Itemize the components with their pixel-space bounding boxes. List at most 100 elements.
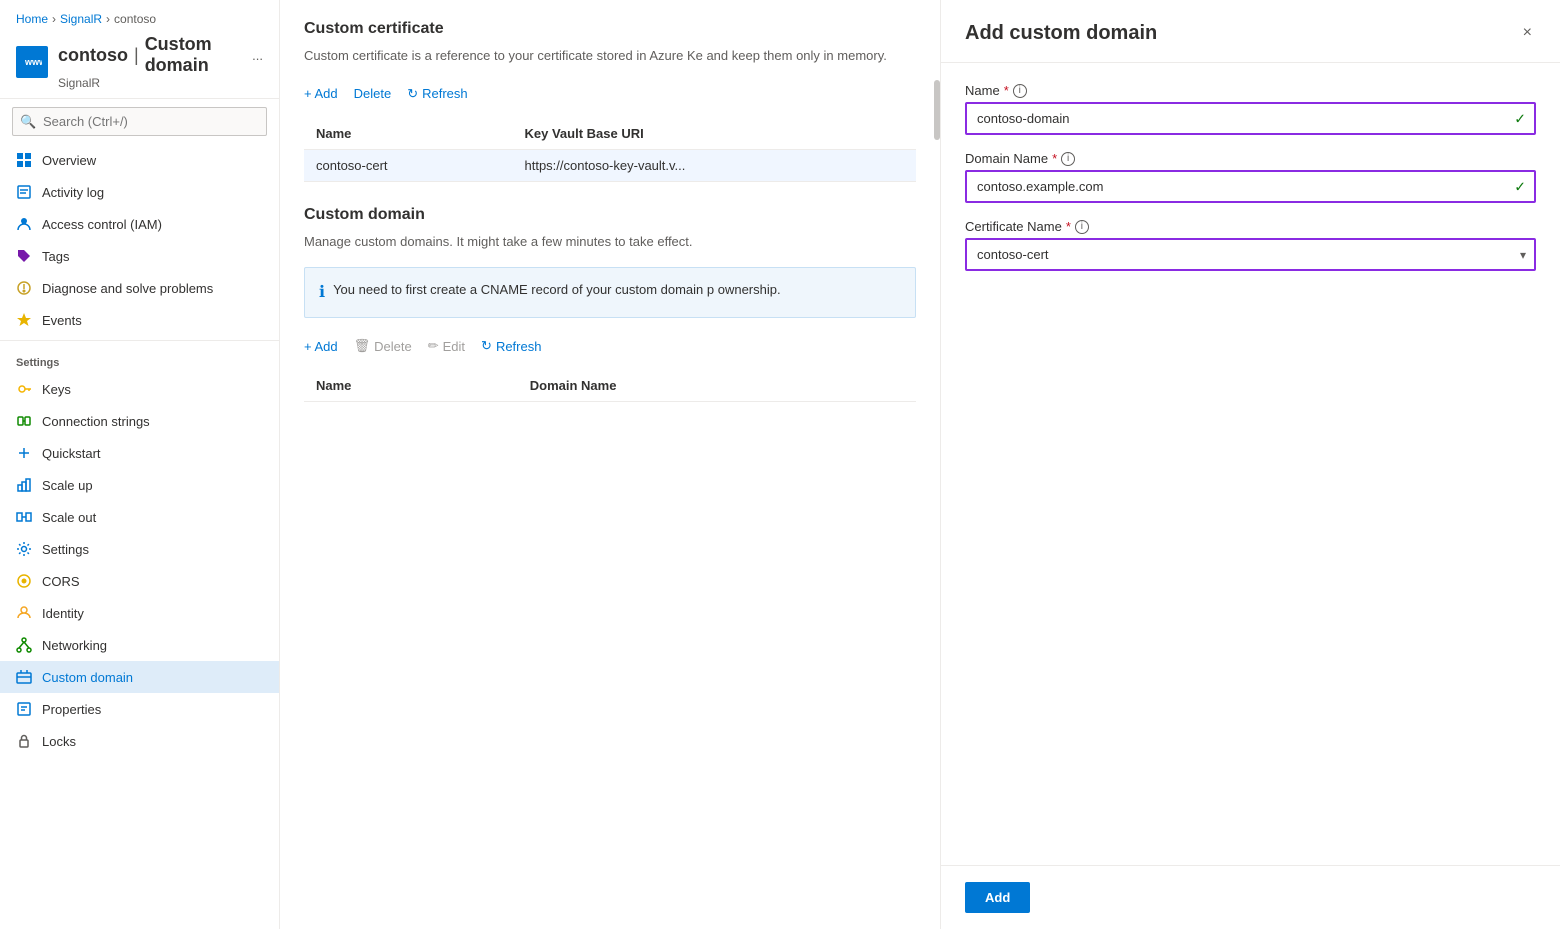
domain-section-title: Custom domain (304, 206, 916, 224)
sidebar-item-scale-up[interactable]: Scale up (0, 469, 279, 501)
sidebar-item-label: Access control (IAM) (42, 217, 162, 232)
domain-refresh-button[interactable]: ↻ Refresh (481, 334, 541, 358)
sidebar-item-label: Overview (42, 153, 96, 168)
content-area: Custom certificate Custom certificate is… (280, 0, 940, 929)
nav-list: Overview Activity log Access control (IA… (0, 144, 279, 929)
overview-icon (16, 152, 32, 168)
search-box: 🔍 (12, 107, 267, 136)
keys-icon (16, 381, 32, 397)
sidebar-item-scale-out[interactable]: Scale out (0, 501, 279, 533)
connection-strings-icon (16, 413, 32, 429)
cert-row-name: contoso-cert (304, 149, 513, 181)
sidebar-item-keys[interactable]: Keys (0, 373, 279, 405)
sidebar-item-identity[interactable]: Identity (0, 597, 279, 629)
sidebar-item-label: Quickstart (42, 446, 101, 461)
breadcrumb: Home › SignalR › contoso (16, 12, 263, 26)
sidebar-item-networking[interactable]: Networking (0, 629, 279, 661)
cors-icon (16, 573, 32, 589)
diagnose-icon (16, 280, 32, 296)
domain-toolbar: + Add 🗑 Delete ✏ Edit ↻ Refresh (304, 334, 916, 358)
sidebar-item-label: Custom domain (42, 670, 133, 685)
scrollbar-thumb[interactable] (934, 80, 940, 140)
domain-add-button[interactable]: + Add (304, 335, 338, 358)
sidebar-item-label: Locks (42, 734, 76, 749)
main-content: Custom certificate Custom certificate is… (280, 0, 1560, 929)
sidebar-item-properties[interactable]: Properties (0, 693, 279, 725)
cert-name-info-icon[interactable]: i (1075, 220, 1089, 234)
sidebar-item-iam[interactable]: Access control (IAM) (0, 208, 279, 240)
name-field: Name * i ✓ (965, 83, 1536, 135)
sidebar-item-connection-strings[interactable]: Connection strings (0, 405, 279, 437)
sidebar-item-diagnose[interactable]: Diagnose and solve problems (0, 272, 279, 304)
sidebar-item-locks[interactable]: Locks (0, 725, 279, 757)
table-row[interactable]: contoso-cert https://contoso-key-vault.v… (304, 149, 916, 181)
custom-domain-icon (16, 669, 32, 685)
cert-refresh-button[interactable]: ↻ Refresh (407, 82, 467, 106)
sidebar-item-label: Scale out (42, 510, 96, 525)
properties-icon (16, 701, 32, 717)
sidebar-item-label: Networking (42, 638, 107, 653)
sidebar-item-tags[interactable]: Tags (0, 240, 279, 272)
domain-name-required: * (1052, 151, 1057, 166)
events-icon (16, 312, 32, 328)
more-options-icon[interactable]: ... (252, 48, 263, 63)
tags-icon (16, 248, 32, 264)
search-input[interactable] (12, 107, 267, 136)
domain-col-domain: Domain Name (518, 370, 916, 402)
domain-delete-button[interactable]: 🗑 Delete (354, 334, 412, 358)
breadcrumb-home[interactable]: Home (16, 12, 48, 26)
sidebar-item-label: Activity log (42, 185, 104, 200)
sidebar-item-events[interactable]: Events (0, 304, 279, 336)
cert-row-uri: https://contoso-key-vault.v... (513, 149, 917, 181)
edit-icon: ✏ (428, 338, 439, 354)
sidebar-item-label: Settings (42, 542, 89, 557)
cert-section-desc: Custom certificate is a reference to you… (304, 46, 916, 66)
sidebar-item-cors[interactable]: CORS (0, 565, 279, 597)
sidebar-item-label: Properties (42, 702, 101, 717)
sidebar-item-quickstart[interactable]: Quickstart (0, 437, 279, 469)
activity-log-icon (16, 184, 32, 200)
sidebar-item-label: Identity (42, 606, 84, 621)
domain-col-name: Name (304, 370, 518, 402)
name-check-icon: ✓ (1514, 110, 1526, 127)
name-required: * (1004, 83, 1009, 98)
domain-edit-button[interactable]: ✏ Edit (428, 334, 465, 358)
panel-title: Add custom domain (965, 22, 1157, 45)
panel-add-button[interactable]: Add (965, 882, 1030, 913)
identity-icon (16, 605, 32, 621)
refresh-icon: ↻ (407, 86, 418, 102)
sidebar-item-label: Keys (42, 382, 71, 397)
breadcrumb-signalr[interactable]: SignalR (60, 12, 102, 26)
svg-text:www: www (24, 57, 42, 67)
domain-name-info-icon[interactable]: i (1061, 152, 1075, 166)
cert-name-select[interactable]: contoso-cert (965, 238, 1536, 271)
cert-delete-button[interactable]: Delete (354, 82, 392, 105)
sidebar: Home › SignalR › contoso www (0, 0, 280, 929)
panel-body: Name * i ✓ Domain Name * i (941, 63, 1560, 865)
resource-type: SignalR (58, 76, 263, 90)
cert-add-button[interactable]: + Add (304, 82, 338, 105)
sidebar-item-label: Scale up (42, 478, 93, 493)
name-input[interactable] (965, 102, 1536, 135)
domain-name-check-icon: ✓ (1514, 178, 1526, 195)
name-info-icon[interactable]: i (1013, 84, 1027, 98)
locks-icon (16, 733, 32, 749)
side-panel: Add custom domain × Name * i ✓ (940, 0, 1560, 929)
sidebar-item-activity-log[interactable]: Activity log (0, 176, 279, 208)
sidebar-item-overview[interactable]: Overview (0, 144, 279, 176)
sidebar-item-label: Events (42, 313, 82, 328)
sidebar-item-custom-domain[interactable]: Custom domain (0, 661, 279, 693)
domain-name-input[interactable] (965, 170, 1536, 203)
iam-icon (16, 216, 32, 232)
sidebar-item-label: Tags (42, 249, 69, 264)
settings-icon (16, 541, 32, 557)
delete-icon: 🗑 (354, 338, 371, 354)
refresh-icon: ↻ (481, 338, 492, 354)
resource-icon: www (16, 46, 48, 78)
sidebar-item-settings[interactable]: Settings (0, 533, 279, 565)
domain-name-label: Domain Name (965, 151, 1048, 166)
cert-name-label: Certificate Name (965, 219, 1062, 234)
scaleout-icon (16, 509, 32, 525)
panel-close-button[interactable]: × (1519, 20, 1536, 46)
resource-title: www contoso | Custom domain ... SignalR (16, 34, 263, 90)
